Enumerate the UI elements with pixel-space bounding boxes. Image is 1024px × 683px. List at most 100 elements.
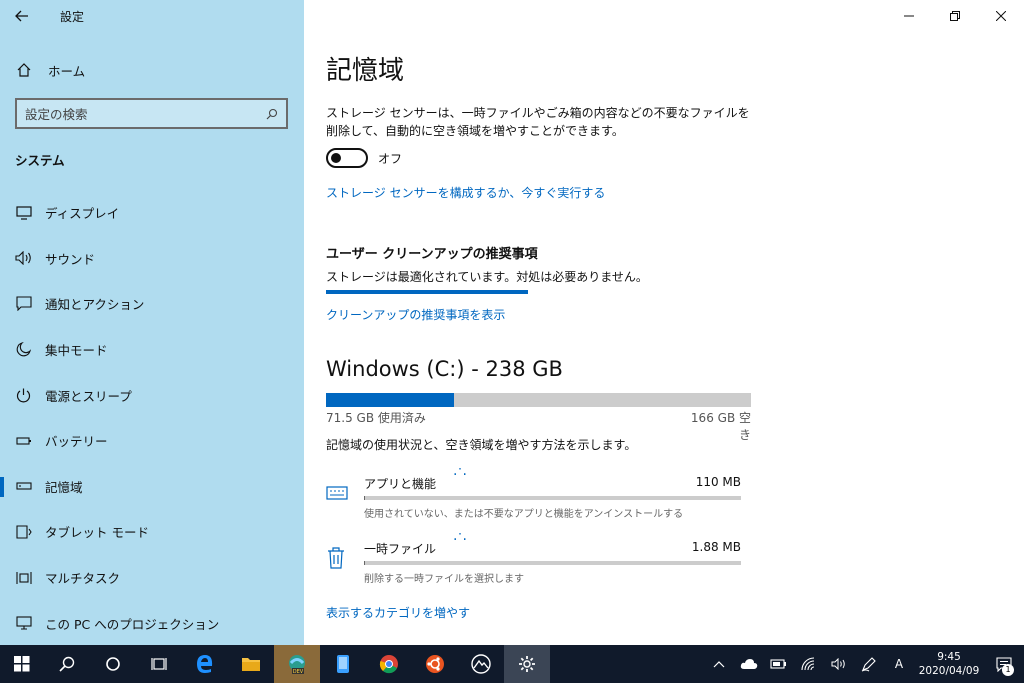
- loading-spinner-icon: ·˙·: [453, 467, 467, 483]
- category-size: 110 MB: [695, 475, 741, 489]
- restore-button[interactable]: [932, 0, 978, 32]
- mountain-icon: [471, 654, 491, 674]
- back-button[interactable]: [0, 0, 44, 32]
- loading-spinner-icon: ·˙·: [453, 532, 467, 548]
- battery-icon: [0, 436, 45, 446]
- category-usage-bar: [364, 496, 741, 500]
- sidebar-item-multitask[interactable]: マルチタスク: [0, 555, 304, 601]
- notification-count: 1: [1002, 664, 1014, 676]
- sidebar-item-power[interactable]: 電源とスリープ: [0, 372, 304, 418]
- storage-sense-description: ストレージ センサーは、一時ファイルやごみ箱の内容などの不要なファイルを削除して…: [326, 106, 750, 138]
- chevron-up-icon: [713, 661, 725, 668]
- sidebar-item-label: 電源とスリープ: [45, 388, 132, 404]
- onedrive-button[interactable]: [734, 645, 764, 683]
- sidebar-item-focus[interactable]: 集中モード: [0, 327, 304, 373]
- sidebar-item-home[interactable]: ホーム: [0, 52, 304, 88]
- monitor-icon: [0, 206, 45, 220]
- trash-icon: [326, 547, 348, 570]
- moon-icon: [0, 342, 45, 357]
- page-title: 記憶域: [326, 56, 405, 86]
- category-name: 一時ファイル: [364, 542, 437, 556]
- minimize-icon: [904, 15, 914, 17]
- show-more-categories-link[interactable]: 表示するカテゴリを増やす: [326, 604, 470, 621]
- search-icon: [59, 656, 75, 672]
- sidebar-item-display[interactable]: ディスプレイ: [0, 190, 304, 236]
- sidebar-item-label: マルチタスク: [45, 571, 121, 587]
- sidebar-item-label: タブレット モード: [45, 525, 149, 541]
- back-arrow-icon: [15, 10, 28, 22]
- drive-used-label: 71.5 GB 使用済み: [326, 411, 426, 425]
- storage-sense-toggle[interactable]: [326, 148, 368, 168]
- phone-app-button[interactable]: [320, 645, 366, 683]
- file-explorer-button[interactable]: [228, 645, 274, 683]
- action-center-button[interactable]: 1: [984, 645, 1024, 683]
- photos-button[interactable]: [458, 645, 504, 683]
- sidebar-item-label: 記憶域: [45, 479, 83, 495]
- battery-tray-button[interactable]: [764, 645, 794, 683]
- network-button[interactable]: [794, 645, 824, 683]
- category-usage-bar: [364, 561, 741, 565]
- cleanup-status-bar: [326, 290, 528, 294]
- task-view-icon: [151, 658, 167, 670]
- start-button[interactable]: [0, 645, 44, 683]
- task-view-button[interactable]: [136, 645, 182, 683]
- view-cleanup-link[interactable]: クリーンアップの推奨事項を表示: [326, 306, 505, 323]
- restore-icon: [950, 11, 960, 21]
- gear-icon: [519, 656, 535, 672]
- ubuntu-button[interactable]: [412, 645, 458, 683]
- section-title: システム: [15, 153, 65, 168]
- sidebar-item-storage[interactable]: 記憶域: [0, 464, 304, 510]
- category-subtitle: 削除する一時ファイルを選択します: [364, 574, 524, 585]
- sidebar-item-tablet[interactable]: タブレット モード: [0, 509, 304, 555]
- category-apps[interactable]: アプリと機能 ·˙· 110 MB 使用されていない、または不要なアプリと機能を…: [326, 467, 746, 525]
- drive-title: Windows (C:) - 238 GB: [326, 357, 563, 381]
- clock-time: 9:45: [937, 651, 961, 663]
- chrome-button[interactable]: [366, 645, 412, 683]
- clock[interactable]: 9:45 2020/04/09: [914, 650, 984, 678]
- volume-button[interactable]: [824, 645, 854, 683]
- edge-legacy-icon: [197, 655, 213, 673]
- pen-icon: [861, 657, 876, 672]
- minimize-button[interactable]: [886, 0, 932, 32]
- title-bar: 設定: [0, 0, 304, 32]
- search-button[interactable]: [44, 645, 90, 683]
- chrome-icon: [379, 655, 398, 674]
- sidebar: 設定 ホーム 設定の検索 システム ディスプレイ サウンド 通知とアクション 集…: [0, 0, 304, 645]
- category-temp-files[interactable]: 一時ファイル ·˙· 1.88 MB 削除する一時ファイルを選択します: [326, 532, 746, 590]
- cleanup-heading: ユーザー クリーンアップの推奨事項: [326, 247, 538, 262]
- cortana-icon: [106, 657, 120, 671]
- sidebar-item-label: バッテリー: [45, 434, 108, 450]
- pen-button[interactable]: [854, 645, 884, 683]
- window-title: 設定: [60, 9, 85, 24]
- projection-icon: [0, 616, 45, 630]
- sidebar-item-label: ディスプレイ: [45, 206, 120, 222]
- search-icon: [266, 108, 278, 119]
- system-tray: A 9:45 2020/04/09 1: [704, 645, 1024, 683]
- sidebar-item-notifications[interactable]: 通知とアクション: [0, 281, 304, 327]
- folder-icon: [242, 658, 260, 671]
- multitask-icon: [0, 571, 45, 585]
- close-icon: [996, 11, 1006, 21]
- taskbar: DEV A 9:45 2020/04/09 1: [0, 645, 1024, 683]
- wifi-icon: [801, 657, 815, 671]
- settings-button[interactable]: [504, 645, 550, 683]
- sidebar-item-battery[interactable]: バッテリー: [0, 418, 304, 464]
- sidebar-item-sound[interactable]: サウンド: [0, 236, 304, 282]
- search-input[interactable]: 設定の検索: [15, 98, 288, 129]
- window-controls: [886, 0, 1024, 32]
- close-button[interactable]: [978, 0, 1024, 32]
- edge-legacy-button[interactable]: [182, 645, 228, 683]
- dev-badge: DEV: [293, 669, 304, 675]
- sidebar-item-projection[interactable]: この PC へのプロジェクション: [0, 600, 304, 646]
- input-indicator[interactable]: A: [884, 645, 914, 683]
- show-hidden-icons-button[interactable]: [704, 645, 734, 683]
- edge-dev-button[interactable]: DEV: [274, 645, 320, 683]
- phone-icon: [337, 655, 349, 673]
- configure-storage-sense-link[interactable]: ストレージ センサーを構成するか、今すぐ実行する: [326, 184, 605, 201]
- message-icon: [0, 296, 45, 312]
- category-usage-fill: [364, 561, 366, 565]
- toggle-state-label: オフ: [378, 151, 403, 166]
- clock-date: 2020/04/09: [918, 665, 980, 677]
- cortana-button[interactable]: [90, 645, 136, 683]
- home-icon: [0, 62, 48, 78]
